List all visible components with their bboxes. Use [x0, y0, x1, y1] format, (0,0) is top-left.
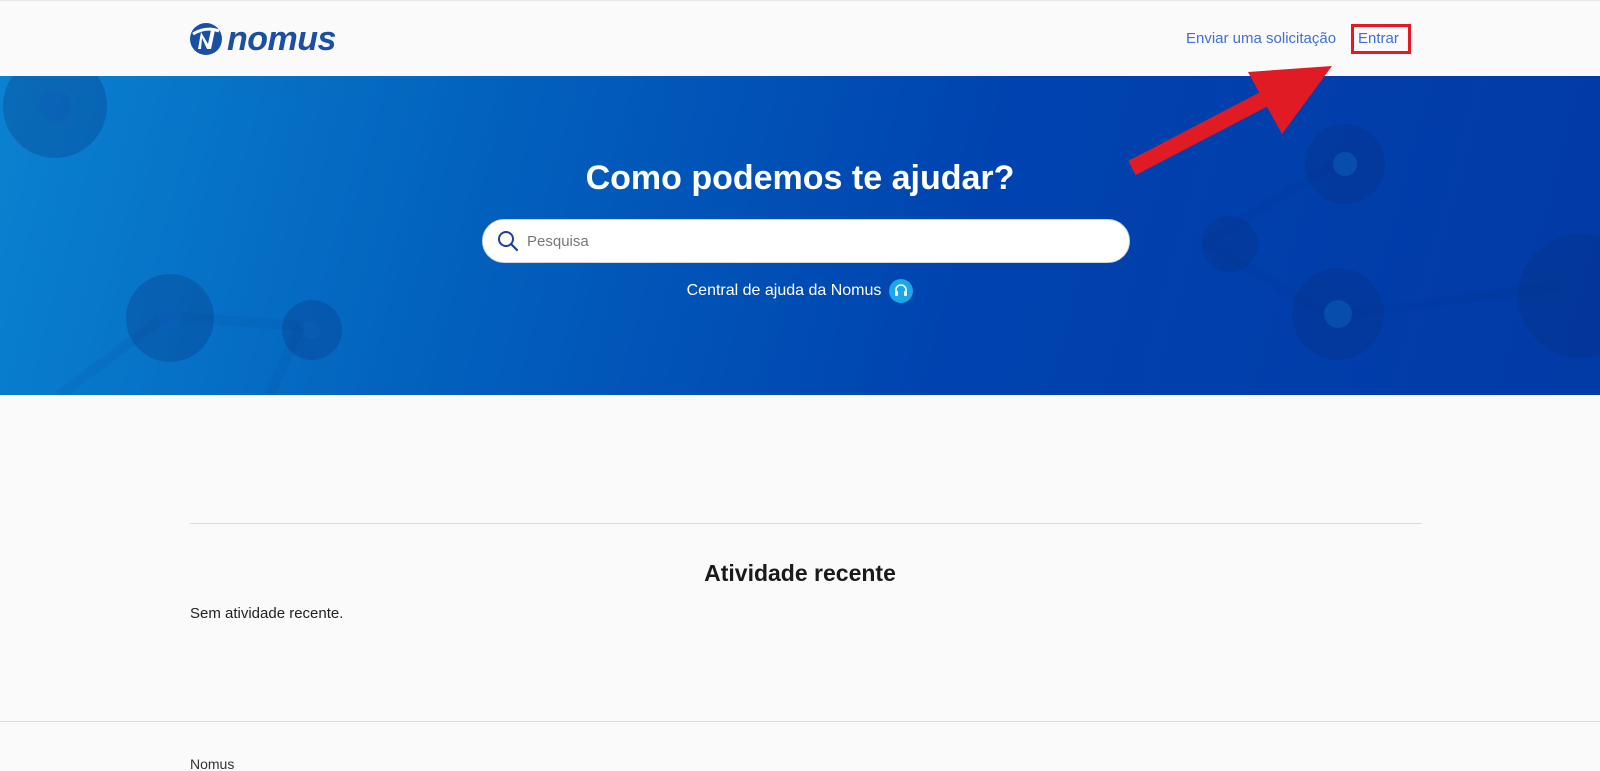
- help-center-label: Central de ajuda da Nomus: [686, 282, 882, 299]
- logo-wordmark: nomus: [227, 20, 336, 58]
- page: nomus Enviar uma solicitação Entrar Como…: [0, 0, 1600, 771]
- hero-title: Como podemos te ajudar?: [585, 159, 1015, 197]
- footer-brand[interactable]: Nomus: [190, 756, 234, 771]
- search-input[interactable]: [527, 221, 1107, 261]
- recent-activity-title: Atividade recente: [704, 560, 896, 586]
- footer-divider: [0, 721, 1600, 722]
- nomus-logo-mark-icon: [190, 23, 222, 55]
- site-header: nomus Enviar uma solicitação Entrar: [0, 0, 1600, 76]
- login-link[interactable]: Entrar: [1358, 30, 1399, 48]
- help-center-link[interactable]: Central de ajuda da Nomus: [0, 279, 1600, 303]
- recent-activity-empty-message: Sem atividade recente.: [190, 605, 344, 622]
- search-icon: [498, 231, 519, 252]
- submit-request-link[interactable]: Enviar uma solicitação: [1186, 30, 1336, 48]
- headset-icon: [889, 279, 914, 303]
- nomus-logo[interactable]: nomus: [189, 22, 336, 56]
- search-bar[interactable]: [482, 219, 1130, 263]
- section-divider: [190, 523, 1422, 524]
- hero-banner: Como podemos te ajudar? Central de ajuda…: [0, 76, 1600, 395]
